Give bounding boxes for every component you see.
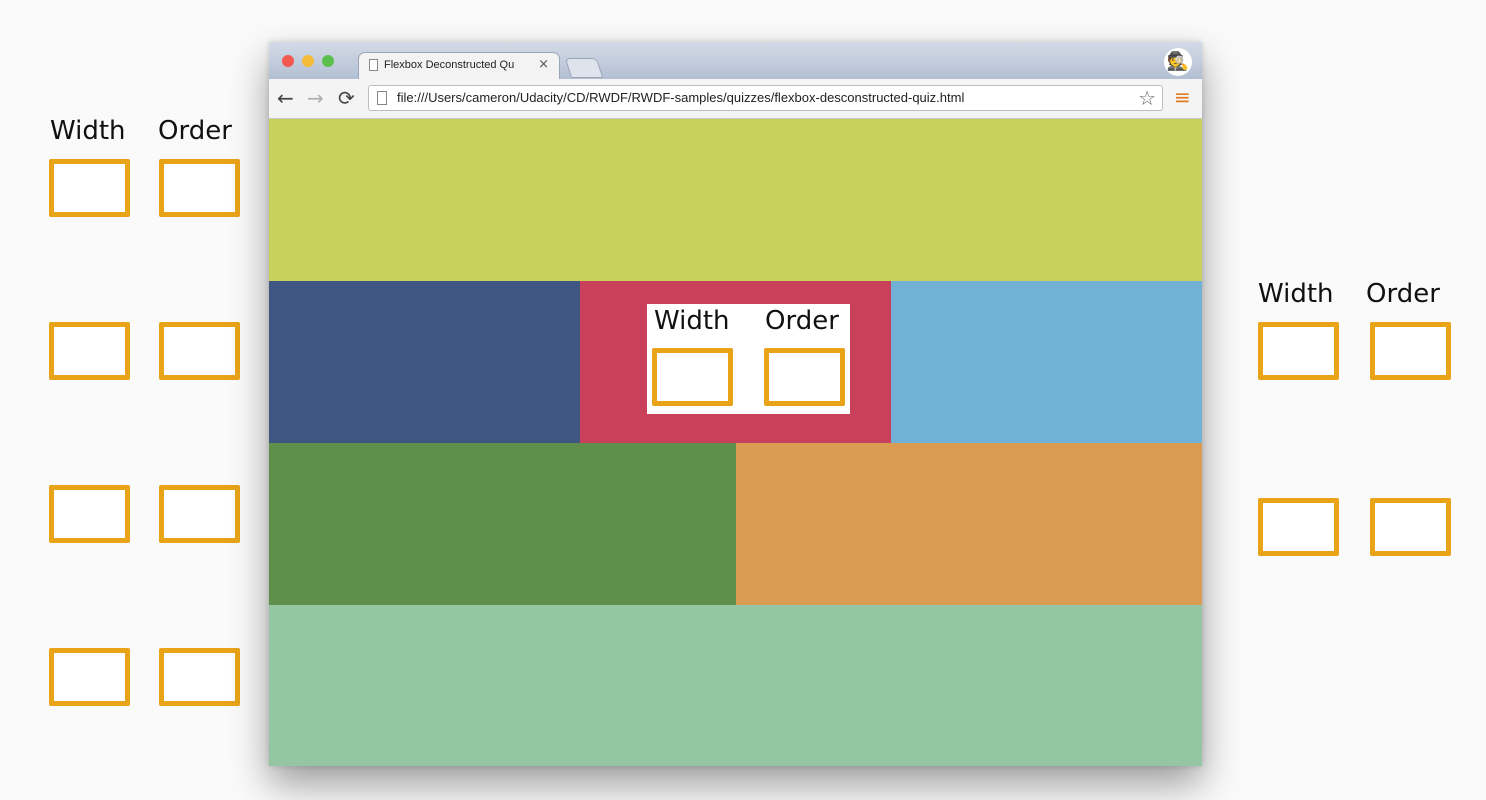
center-order-label: Order [765, 306, 839, 336]
left-order-label: Order [158, 116, 232, 146]
address-bar[interactable]: file:///Users/cameron/Udacity/CD/RWDF/RW… [368, 85, 1163, 111]
page-icon [377, 91, 387, 105]
minimize-window-button[interactable] [302, 55, 314, 67]
left-width-input-2[interactable] [49, 322, 130, 380]
left-order-input-4[interactable] [159, 648, 240, 706]
close-window-button[interactable] [282, 55, 294, 67]
right-order-input-1[interactable] [1370, 322, 1451, 380]
close-icon[interactable]: × [538, 57, 549, 72]
page-content [269, 119, 1202, 766]
tab-title: Flexbox Deconstructed Qu [384, 59, 515, 71]
url-text[interactable]: file:///Users/cameron/Udacity/CD/RWDF/RW… [397, 90, 964, 105]
star-icon[interactable]: ☆ [1138, 86, 1156, 110]
right-width-label: Width [1258, 279, 1334, 309]
flex-item-mint [269, 605, 1202, 766]
flex-item-sky [891, 281, 1202, 443]
forward-arrow-icon[interactable]: → [307, 87, 324, 109]
left-order-input-2[interactable] [159, 322, 240, 380]
flex-item-top [269, 119, 1202, 281]
new-tab-button[interactable] [566, 59, 602, 77]
title-bar: Flexbox Deconstructed Qu × 🕵 [269, 42, 1202, 79]
flex-item-orange [736, 443, 1202, 605]
left-width-input-3[interactable] [49, 485, 130, 543]
left-width-label: Width [50, 116, 126, 146]
center-order-input[interactable] [764, 348, 845, 406]
right-width-input-2[interactable] [1258, 498, 1339, 556]
right-order-label: Order [1366, 279, 1440, 309]
flex-item-navy [269, 281, 580, 443]
browser-toolbar: ← → ⟳ file:///Users/cameron/Udacity/CD/R… [269, 79, 1202, 119]
incognito-icon: 🕵 [1164, 48, 1192, 76]
flex-item-green [269, 443, 736, 605]
page-icon [369, 59, 378, 71]
back-arrow-icon[interactable]: ← [277, 87, 294, 109]
left-order-input-3[interactable] [159, 485, 240, 543]
right-order-input-2[interactable] [1370, 498, 1451, 556]
right-width-input-1[interactable] [1258, 322, 1339, 380]
menu-icon[interactable]: ≡ [1174, 87, 1191, 107]
reload-icon[interactable]: ⟳ [338, 87, 355, 109]
center-width-input[interactable] [652, 348, 733, 406]
tab-flexbox-quiz[interactable]: Flexbox Deconstructed Qu × [359, 53, 559, 79]
left-order-input-1[interactable] [159, 159, 240, 217]
center-width-label: Width [654, 306, 730, 336]
left-width-input-4[interactable] [49, 648, 130, 706]
maximize-window-button[interactable] [322, 55, 334, 67]
left-width-input-1[interactable] [49, 159, 130, 217]
